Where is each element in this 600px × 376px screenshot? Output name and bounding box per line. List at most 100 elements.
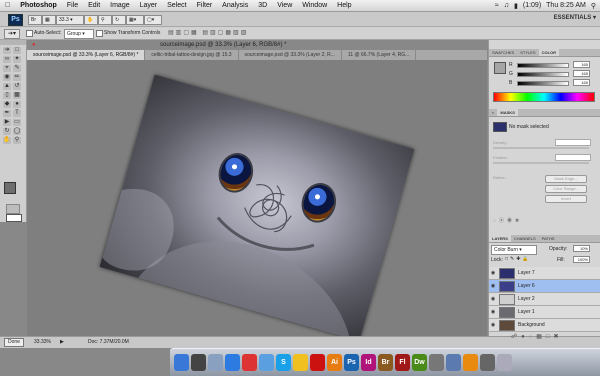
dodge-tool-icon[interactable]: ● <box>13 101 21 108</box>
acrobat-icon[interactable] <box>310 354 325 371</box>
zoom-tool-button[interactable]: ⚲ <box>98 15 112 25</box>
invert-button[interactable]: Invert <box>545 195 587 203</box>
bridge-icon[interactable]: Br <box>378 354 393 371</box>
opacity-field[interactable]: 10% <box>573 245 590 252</box>
tab-adjustments-icon[interactable]: ◐ <box>489 109 497 116</box>
utility-icon[interactable] <box>480 354 495 371</box>
tab-styles[interactable]: STYLES <box>517 49 538 56</box>
folder-icon[interactable] <box>446 354 461 371</box>
illustrator-icon[interactable]: Ai <box>327 354 342 371</box>
eyedropper-tool-icon[interactable]: ✎ <box>13 65 21 72</box>
spotlight-icon[interactable]: ⚲ <box>591 2 596 10</box>
show-transform-checkbox[interactable] <box>96 30 103 37</box>
color-g-slider[interactable] <box>517 72 569 77</box>
move-tool-icon[interactable]: ➔ <box>3 47 11 54</box>
screen-mode-tool-button[interactable] <box>6 214 22 222</box>
zoom-tool-icon[interactable]: ⚲ <box>13 137 21 144</box>
finder-icon[interactable] <box>174 354 189 371</box>
auto-select-checkbox[interactable] <box>26 30 33 37</box>
photoshop-icon[interactable]: Ps <box>344 354 359 371</box>
color-r-slider[interactable] <box>517 63 569 68</box>
tab-11-layer4[interactable]: 11 @ 66.7% (Layer 4, RG... <box>342 50 417 60</box>
layer-row-1[interactable]: ◉ Layer 1 <box>489 306 600 319</box>
workspace-switcher[interactable]: ESSENTIALS ▾ <box>554 14 596 21</box>
path-select-tool-icon[interactable]: ▶ <box>3 119 11 126</box>
type-tool-icon[interactable]: T <box>13 110 21 117</box>
menu-window[interactable]: Window <box>297 2 332 9</box>
3d-orbit-tool-icon[interactable]: ◯ <box>13 128 21 135</box>
blur-tool-icon[interactable]: ◆ <box>3 101 11 108</box>
window-close-icon[interactable]: ● <box>32 42 36 48</box>
quick-select-tool-icon[interactable]: ✦ <box>13 56 21 63</box>
menu-layer[interactable]: Layer <box>135 2 163 9</box>
color-b-field[interactable]: 165 <box>573 79 590 86</box>
shape-tool-icon[interactable]: ▭ <box>13 119 21 126</box>
adium-icon[interactable] <box>293 354 308 371</box>
visibility-eye-icon[interactable]: ◉ <box>490 296 496 302</box>
tab-sourceimage-layer2[interactable]: sourceimage.psd @ 33.3% (Layer 2, R... <box>239 50 342 60</box>
app-icon[interactable] <box>429 354 444 371</box>
flash-icon[interactable]: Fl <box>395 354 410 371</box>
battery-icon[interactable]: ▮ <box>514 2 518 10</box>
bridge-button[interactable]: Br <box>28 15 42 25</box>
tab-layers[interactable]: LAYERS <box>489 235 511 242</box>
app-menu[interactable]: Photoshop <box>15 2 62 9</box>
layer-row-background[interactable]: ◉ Background <box>489 319 600 332</box>
wifi-icon[interactable]: ≈ <box>495 2 499 9</box>
brush-tool-icon[interactable]: ✏ <box>13 74 21 81</box>
mask-edge-button[interactable]: Mask Edge... <box>545 175 587 183</box>
move-tool-preset[interactable]: ➔▾ <box>4 29 20 39</box>
color-panel-fg-swatch[interactable] <box>494 62 506 74</box>
zoom-level-select[interactable]: 33.3 ▾ <box>56 15 84 25</box>
color-spectrum-ramp[interactable] <box>493 92 595 102</box>
trash-icon[interactable] <box>497 354 512 371</box>
view-extras-button[interactable]: ▦ <box>42 15 56 25</box>
mail-icon[interactable] <box>208 354 223 371</box>
menu-file[interactable]: File <box>62 2 83 9</box>
layer-row-2[interactable]: ◉ Layer 2 <box>489 293 600 306</box>
density-field[interactable] <box>555 139 591 146</box>
document-canvas[interactable] <box>27 60 487 336</box>
menu-3d[interactable]: 3D <box>253 2 272 9</box>
menu-view[interactable]: View <box>272 2 297 9</box>
done-button[interactable]: Done <box>4 338 24 347</box>
menu-analysis[interactable]: Analysis <box>217 2 253 9</box>
healing-tool-icon[interactable]: ◉ <box>3 74 11 81</box>
fill-field[interactable]: 100% <box>573 256 590 263</box>
blend-mode-select[interactable]: Color Burn ▾ <box>491 245 537 255</box>
rotate-view-button[interactable]: ↻ <box>112 15 126 25</box>
layers-footer-buttons[interactable]: ☍●◌▦□✖ <box>511 333 563 340</box>
feather-field[interactable] <box>555 154 591 161</box>
layer-row-7[interactable]: ◉ Layer 7 <box>489 267 600 280</box>
apple-menu-icon[interactable]:  <box>0 2 15 9</box>
marquee-tool-icon[interactable]: □ <box>13 47 21 54</box>
visibility-eye-icon[interactable]: ◉ <box>490 283 496 289</box>
visibility-eye-icon[interactable]: ◉ <box>490 309 496 315</box>
clone-stamp-tool-icon[interactable]: ▲ <box>3 83 11 90</box>
hand-tool-button[interactable]: ✋ <box>84 15 98 25</box>
tab-masks[interactable]: MASKS <box>497 109 518 116</box>
quick-mask-button[interactable] <box>6 204 20 214</box>
itunes-icon[interactable] <box>259 354 274 371</box>
skype-icon[interactable]: S <box>276 354 291 371</box>
menu-edit[interactable]: Edit <box>83 2 105 9</box>
visibility-eye-icon[interactable]: ◉ <box>490 322 496 328</box>
status-zoom[interactable]: 33.33% <box>34 339 51 345</box>
safari-icon[interactable] <box>225 354 240 371</box>
arrange-documents-button[interactable]: ▦▾ <box>126 15 144 25</box>
indesign-icon[interactable]: Id <box>361 354 376 371</box>
color-b-slider[interactable] <box>517 81 569 86</box>
clock[interactable]: Thu 8:25 AM <box>546 2 586 9</box>
hand-tool-icon[interactable]: ✋ <box>3 137 11 144</box>
color-r-field[interactable]: 165 <box>573 61 590 68</box>
status-info-arrow-icon[interactable]: ▶ <box>60 339 64 345</box>
foreground-color-swatch[interactable] <box>4 182 16 194</box>
density-slider[interactable] <box>493 147 589 149</box>
dreamweaver-icon[interactable]: Dw <box>412 354 427 371</box>
tab-swatches[interactable]: SWATCHES <box>489 49 517 56</box>
eraser-tool-icon[interactable]: ▯ <box>3 92 11 99</box>
color-range-button[interactable]: Color Range... <box>545 185 587 193</box>
lock-buttons[interactable]: □✎✚🔒 <box>505 256 531 262</box>
tab-celtic-tattoo[interactable]: celtic-tribal-tattoo-design.jpg @ 15.3 <box>145 50 239 60</box>
gradient-tool-icon[interactable]: ▩ <box>13 92 21 99</box>
